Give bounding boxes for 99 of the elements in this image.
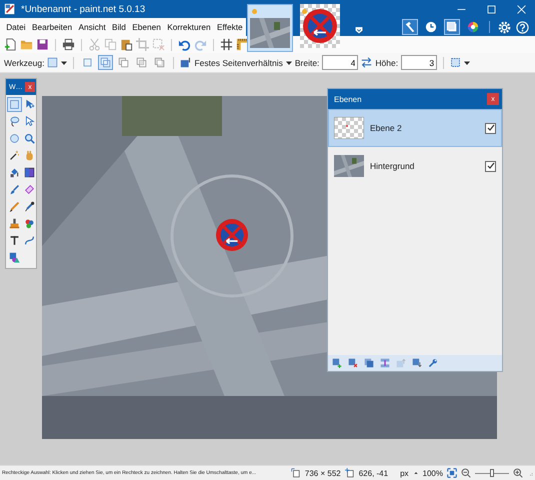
- tool-button[interactable]: [22, 182, 37, 197]
- photo-thumbnail: [334, 155, 364, 177]
- magic-wand-icon: [9, 150, 20, 161]
- swap-arrows-icon[interactable]: [361, 57, 372, 68]
- tool-button[interactable]: [7, 250, 22, 265]
- shapes-icon: [9, 252, 20, 263]
- settings-icon[interactable]: [498, 20, 511, 34]
- panel-toggle-button[interactable]: [423, 19, 439, 35]
- cursor-position: 626, -41: [358, 468, 388, 478]
- menu-item[interactable]: Bearbeiten: [28, 22, 76, 32]
- select-xor-icon: [154, 57, 166, 68]
- close-icon[interactable]: [516, 4, 527, 14]
- merge-layer-icon[interactable]: [380, 358, 390, 368]
- layer-row[interactable]: Ebene 2: [328, 109, 502, 147]
- transparent-layer-thumbnail: [334, 117, 364, 139]
- add-layer-icon[interactable]: [332, 358, 342, 368]
- pencil-icon: [9, 201, 20, 212]
- magnifier-icon: [24, 133, 35, 144]
- layer-down-icon[interactable]: [412, 358, 422, 368]
- zoom-to-window-icon[interactable]: [447, 468, 457, 478]
- recolor-icon: [24, 218, 35, 229]
- selection-size-icon: [290, 468, 301, 478]
- tool-button[interactable]: [7, 216, 22, 231]
- dropdown-caret-icon[interactable]: [464, 60, 470, 66]
- eyedropper-icon: [24, 201, 35, 212]
- hand-icon: [24, 150, 35, 161]
- clipboard-icon[interactable]: [120, 38, 133, 51]
- width-label: Breite:: [294, 58, 320, 68]
- window-title: *Unbenannt - paint.net 5.0.13: [21, 4, 146, 14]
- image-tab[interactable]: [247, 4, 293, 52]
- lasso-icon: [9, 116, 20, 127]
- circle-select-icon: [9, 133, 20, 144]
- menu-item[interactable]: Datei: [3, 22, 29, 32]
- layer-visibility-checkbox[interactable]: [485, 160, 496, 172]
- height-label: Höhe:: [375, 58, 398, 68]
- unit-dropdown[interactable]: px: [400, 468, 409, 478]
- zoom-slider[interactable]: [475, 469, 509, 477]
- photo-thumbnail: [250, 18, 290, 48]
- layers-window-title: Ebenen: [334, 94, 362, 104]
- zoom-in-icon[interactable]: [513, 468, 523, 478]
- help-icon[interactable]: [516, 20, 529, 34]
- panel-toggle-button[interactable]: [465, 19, 481, 35]
- sun-icon: [301, 8, 308, 15]
- select-exclude-icon: [118, 57, 130, 68]
- menu-item[interactable]: Korrekturen: [164, 22, 214, 32]
- cursor-position-icon: [344, 468, 355, 478]
- paintbrush-icon: [9, 184, 20, 195]
- select-intersect-icon: [136, 57, 148, 68]
- tool-button[interactable]: [22, 165, 37, 180]
- text-tool-icon: [9, 235, 20, 246]
- stamp-icon: [9, 218, 20, 229]
- menu-item[interactable]: Effekte: [214, 22, 246, 32]
- width-input[interactable]: 4: [322, 55, 358, 70]
- zoom-out-icon[interactable]: [461, 468, 471, 478]
- sun-icon: [251, 8, 258, 15]
- clock-icon: [425, 21, 437, 33]
- layer-row[interactable]: Hintergrund: [328, 147, 502, 185]
- paint-bucket-icon: [9, 167, 20, 178]
- tool-dropdown-caret-icon[interactable]: [61, 60, 68, 66]
- layers-icon: [446, 21, 458, 33]
- delete-layer-icon[interactable]: [348, 358, 358, 368]
- cursor-arrow-icon: [24, 99, 35, 110]
- wrench-icon[interactable]: [428, 358, 438, 368]
- rectangle-select-icon: [9, 99, 20, 110]
- dropdown-caret-icon[interactable]: [286, 60, 292, 66]
- layer-name: Ebene 2: [370, 123, 403, 133]
- aspect-ratio-icon: [180, 57, 192, 68]
- menu-item[interactable]: Ebenen: [129, 22, 164, 32]
- tool-label: Werkzeug:: [4, 58, 44, 68]
- image-list-dropdown-icon[interactable]: [355, 26, 363, 34]
- menu-item[interactable]: Ansicht: [75, 22, 109, 32]
- layer-visibility-checkbox[interactable]: [485, 122, 496, 134]
- gradient-square-icon: [24, 167, 35, 178]
- undo-icon[interactable]: [178, 38, 191, 51]
- image-size: 736 × 552: [304, 468, 341, 478]
- cursor-outline-icon: [24, 116, 35, 127]
- grid-icon[interactable]: [220, 38, 233, 51]
- select-replace-icon: [82, 57, 94, 68]
- hammer-icon: [404, 21, 416, 33]
- selection-quality-icon[interactable]: [450, 57, 462, 68]
- menu-item[interactable]: Bild: [108, 22, 130, 32]
- caret-up-icon[interactable]: [412, 470, 419, 476]
- app-logo-icon: [4, 3, 16, 15]
- curve-line-icon: [24, 235, 35, 246]
- layer-name: Hintergrund: [370, 161, 416, 171]
- maximize-icon[interactable]: [486, 4, 497, 14]
- color-wheel-icon: [467, 21, 479, 33]
- page-plus-icon[interactable]: [4, 38, 17, 51]
- zoom-level[interactable]: 100%: [422, 468, 443, 478]
- panel-toggle-button[interactable]: [444, 19, 460, 35]
- height-input[interactable]: 3: [401, 55, 438, 70]
- aspect-mode-dropdown[interactable]: Festes Seitenverhältnis: [194, 58, 283, 68]
- selection-mode-button[interactable]: [98, 55, 114, 70]
- eraser-icon: [24, 184, 35, 195]
- printer-icon[interactable]: [62, 38, 75, 51]
- slider-thumb[interactable]: [490, 469, 494, 477]
- duplicate-layer-icon[interactable]: [364, 358, 374, 368]
- panel-toggle-button[interactable]: [402, 19, 418, 35]
- select-union-icon: [100, 57, 112, 68]
